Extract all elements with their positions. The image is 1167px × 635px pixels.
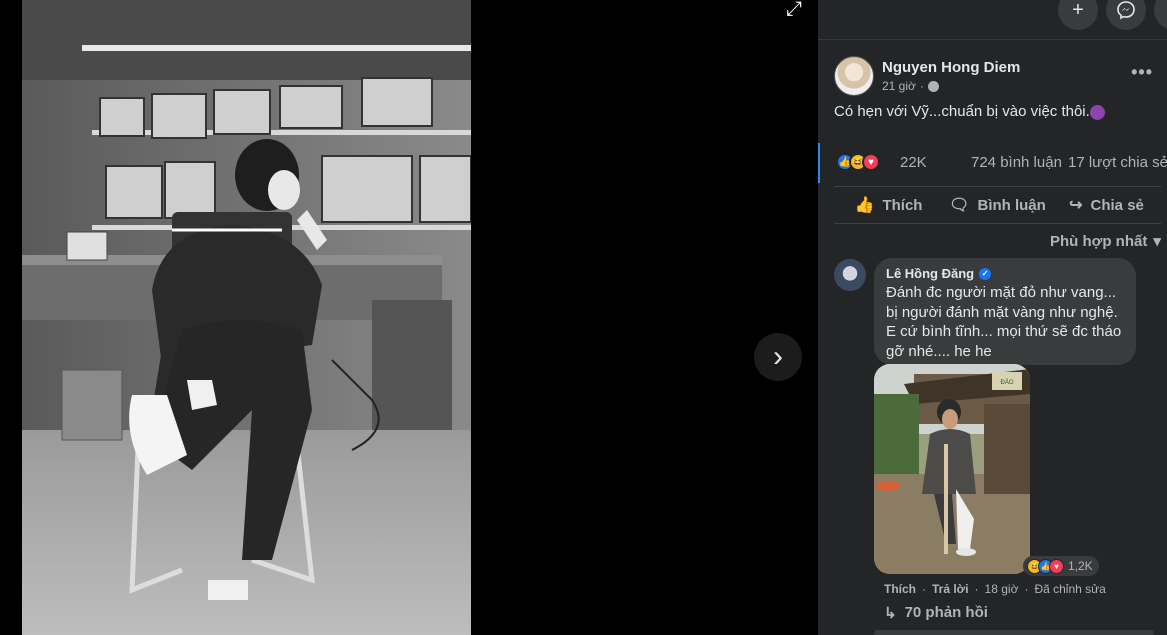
comment-label: Bình luận — [977, 196, 1046, 214]
next-photo-button[interactable]: › — [754, 333, 802, 381]
comment-reply-link[interactable]: Trả lời — [932, 582, 969, 596]
more-icon[interactable]: ••• — [1131, 62, 1153, 83]
comment-author-row: Lê Hồng Đăng ✓ — [886, 266, 1124, 281]
comment-icon: 🗨 — [949, 197, 970, 214]
photo-viewer: ⤢ › — [0, 0, 818, 635]
view-replies-link[interactable]: ↳ 70 phản hồi — [884, 604, 988, 622]
thumbs-up-icon: 👍 — [854, 197, 875, 214]
reaction-count[interactable]: 22K — [900, 154, 927, 171]
reply-arrow-icon: ↳ — [884, 605, 897, 622]
messenger-button[interactable] — [1106, 0, 1146, 30]
share-button[interactable]: ↪ Chia sẻ — [1052, 187, 1161, 223]
comment-photo[interactable]: ĐẢO — [874, 364, 1030, 574]
avatar[interactable] — [834, 56, 874, 96]
devil-emoji-icon — [1089, 104, 1105, 120]
comments-count[interactable]: 724 bình luận — [971, 154, 1062, 171]
comment-photo-image: ĐẢO — [874, 364, 1030, 574]
caret-down-icon: ▾ — [1153, 233, 1161, 250]
like-label: Thích — [882, 196, 923, 214]
chevron-right-icon: › — [773, 340, 783, 373]
reaction-icons[interactable]: 👍 😆 ♥ — [836, 153, 880, 171]
post-time[interactable]: 21 giờ — [882, 79, 916, 93]
comment-reactions[interactable]: 😆 👍 ♥ 1,2K — [1023, 556, 1099, 576]
sort-label: Phù hợp nhất — [1050, 232, 1148, 250]
comment-text: Đánh đc người mặt đỏ như vang... bị ngườ… — [886, 284, 1122, 360]
author-meta: Nguyen Hong Diem 21 giờ · — [882, 59, 1020, 93]
comment-meta: Thích · Trả lời · 18 giờ · Đã chỉnh sửa — [884, 582, 1106, 596]
comment-button[interactable]: 🗨 Bình luận — [943, 187, 1052, 223]
comment-avatar[interactable] — [834, 259, 866, 291]
share-label: Chia sẻ — [1090, 196, 1144, 214]
comment-author[interactable]: Lê Hồng Đăng — [886, 266, 974, 281]
share-icon: ↪ — [1069, 197, 1083, 214]
love-reaction-icon: ♥ — [1049, 558, 1064, 574]
messenger-icon — [1117, 1, 1135, 20]
post-text-content: Có hẹn với Vỹ...chuẩn bị vào việc thôi. — [834, 103, 1090, 120]
post-author: Nguyen Hong Diem 21 giờ · — [834, 56, 1020, 96]
plus-icon: + — [1072, 0, 1084, 21]
top-toolbar: + — [818, 0, 1167, 40]
reaction-summary: 👍 😆 ♥ 22K 724 bình luận 17 lượt chia sẻ — [818, 143, 1167, 183]
verified-badge-icon: ✓ — [979, 267, 992, 280]
post-side-panel: + Nguyen Hong Diem 21 giờ · ••• Có hẹn v… — [818, 0, 1167, 635]
author-name[interactable]: Nguyen Hong Diem — [882, 59, 1020, 76]
love-reaction-icon: ♥ — [862, 153, 880, 171]
expand-icon[interactable]: ⤢ — [782, 0, 806, 19]
comment-reaction-count: 1,2K — [1068, 559, 1093, 573]
next-comment-edge — [874, 630, 1154, 635]
comment-time[interactable]: 18 giờ — [985, 582, 1019, 596]
globe-icon — [927, 80, 939, 92]
comment-edited: Đã chỉnh sửa — [1034, 582, 1106, 596]
comment-like-link[interactable]: Thích — [884, 582, 916, 596]
post-actions: 👍 Thích 🗨 Bình luận ↪ Chia sẻ — [834, 186, 1161, 224]
post-photo-image — [22, 0, 471, 635]
comment-bubble: Lê Hồng Đăng ✓ Đánh đc người mặt đỏ như … — [874, 258, 1136, 365]
post-photo[interactable] — [22, 0, 471, 635]
like-button[interactable]: 👍 Thích — [834, 187, 943, 223]
post-text: Có hẹn với Vỹ...chuẩn bị vào việc thôi. — [834, 103, 1105, 120]
notifications-button[interactable] — [1154, 0, 1167, 30]
comment-sort-dropdown[interactable]: Phù hợp nhất ▾ — [1050, 232, 1161, 251]
post-time-row: 21 giờ · — [882, 79, 1020, 93]
shares-count[interactable]: 17 lượt chia sẻ — [1068, 154, 1167, 171]
replies-label: 70 phản hồi — [904, 604, 988, 621]
photo-sign-text: ĐẢO — [1000, 379, 1013, 386]
create-button[interactable]: + — [1058, 0, 1098, 30]
